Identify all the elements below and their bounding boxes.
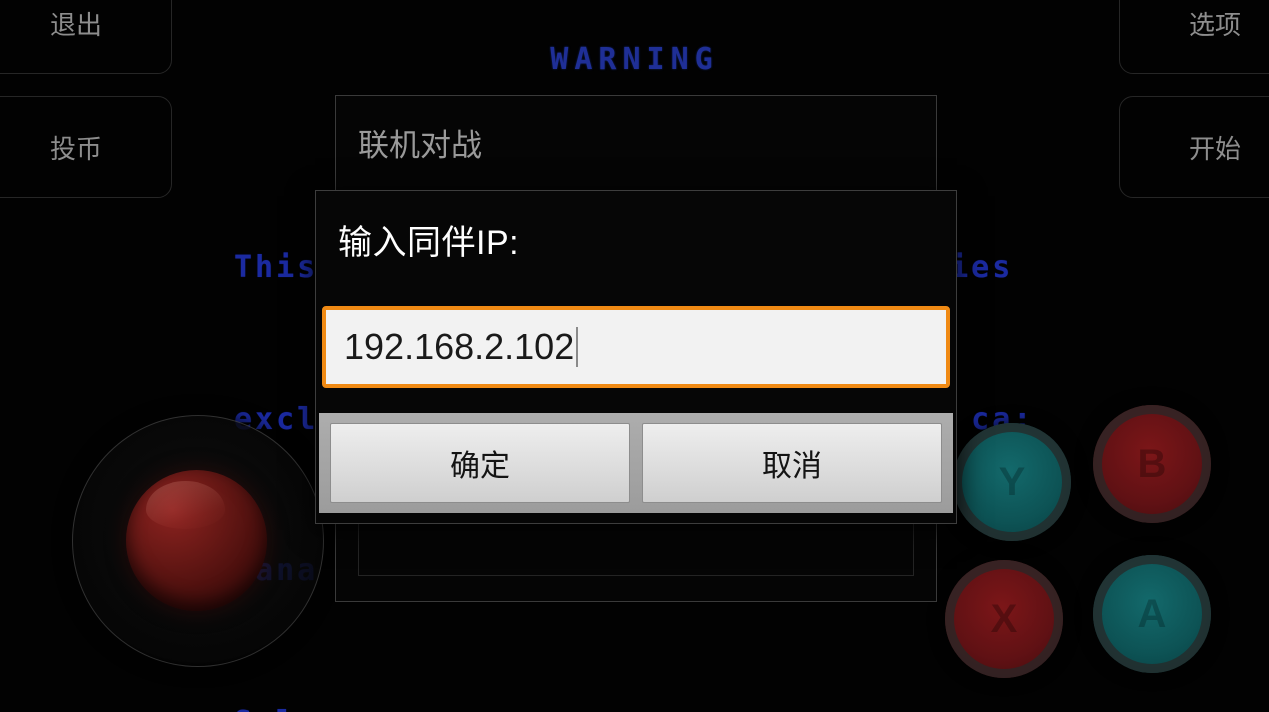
options-button[interactable]: 选项: [1119, 0, 1269, 74]
gamepad-button-x[interactable]: X: [945, 560, 1063, 678]
gamepad-button-y[interactable]: Y: [953, 423, 1071, 541]
virtual-joystick-knob[interactable]: [126, 470, 267, 611]
exit-button[interactable]: 退出: [0, 0, 172, 74]
gamepad-button-b[interactable]: B: [1093, 405, 1211, 523]
start-button-label: 开始: [1188, 133, 1241, 164]
exit-button-label: 退出: [49, 9, 102, 40]
gamepad-button-a[interactable]: A: [1093, 555, 1211, 673]
game-warning-title: WARNING: [550, 42, 719, 77]
ok-button-label: 确定: [450, 450, 510, 483]
insert-coin-button-label: 投币: [49, 133, 102, 164]
gamepad-button-x-label: X: [990, 596, 1018, 641]
cancel-button[interactable]: 取消: [642, 423, 942, 503]
ip-input-wrapper: 192.168.2.102: [322, 306, 950, 388]
gamepad-button-b-label: B: [1137, 441, 1167, 486]
ip-input-dialog: 输入同伴IP: 192.168.2.102 确定 取消: [315, 190, 957, 524]
ip-input-field[interactable]: 192.168.2.102: [322, 306, 950, 388]
gamepad-button-a-label: A: [1137, 591, 1167, 636]
ip-input-value: 192.168.2.102: [344, 326, 575, 367]
multiplayer-dialog-title: 联机对战: [358, 128, 482, 163]
text-caret: [576, 327, 579, 367]
gamepad-button-y-label: Y: [998, 459, 1026, 504]
warning-line: Sale ese: [234, 698, 1114, 712]
start-button[interactable]: 开始: [1119, 96, 1269, 198]
options-button-label: 选项: [1188, 9, 1241, 40]
insert-coin-button[interactable]: 投币: [0, 96, 172, 198]
ok-button[interactable]: 确定: [330, 423, 630, 503]
app-screen: WARNING This game is for use in all coun…: [0, 0, 1269, 712]
cancel-button-label: 取消: [762, 450, 822, 483]
ip-input-dialog-title: 输入同伴IP:: [338, 224, 520, 262]
ip-dialog-button-bar: 确定 取消: [319, 413, 953, 513]
